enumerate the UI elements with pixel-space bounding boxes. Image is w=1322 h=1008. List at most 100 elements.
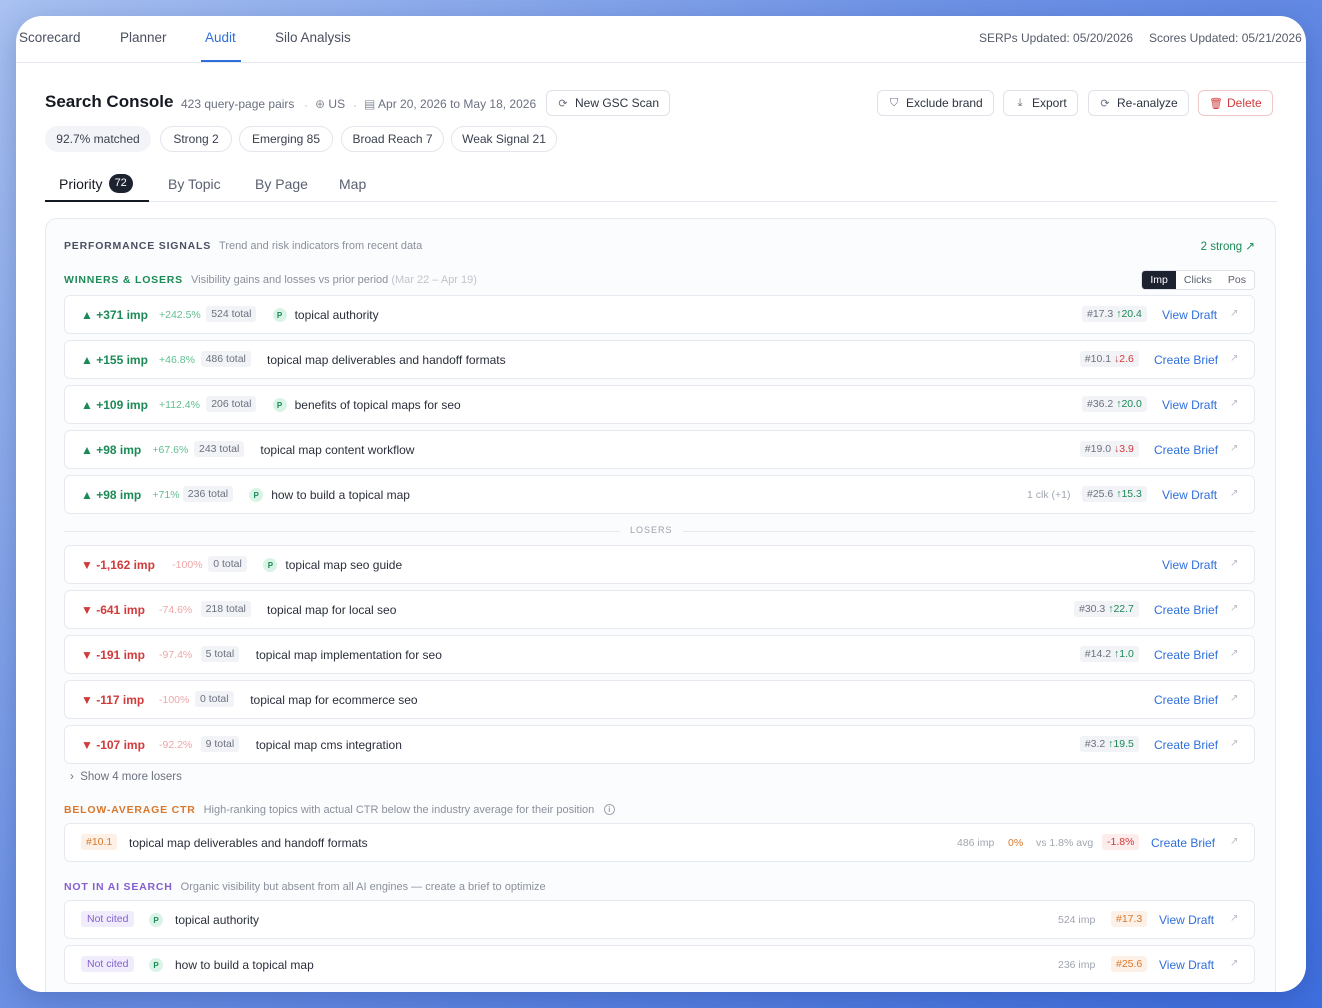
delta-value: ▲ +109 imp xyxy=(81,398,148,412)
row-action-button[interactable]: View Draft xyxy=(1159,958,1214,972)
ai-row[interactable]: Not cited Ptopical authority 524 imp #17.3 V… xyxy=(64,900,1255,939)
position-badge: #19.0 ↓3.9 xyxy=(1079,441,1139,457)
show-more-losers[interactable]: › Show 4 more losers xyxy=(70,771,182,783)
external-link-icon[interactable]: ↗ xyxy=(1230,603,1238,614)
delete-button[interactable]: 🗑 Delete xyxy=(1198,90,1273,116)
total-badge: 0 total xyxy=(195,691,234,707)
position-change: ↑1.0 xyxy=(1114,648,1134,660)
external-link-icon[interactable]: ↗ xyxy=(1230,558,1238,569)
keyword: how to build a topical map xyxy=(271,488,410,502)
keyword: benefits of topical maps for seo xyxy=(294,398,461,412)
pill-broad-reach[interactable]: Broad Reach 7 xyxy=(341,126,444,152)
row-action-button[interactable]: Create Brief xyxy=(1154,603,1218,617)
metric-pos[interactable]: Pos xyxy=(1220,271,1254,289)
delta-value: ▲ +98 imp xyxy=(81,443,142,457)
ctr-difference: -1.8% xyxy=(1102,834,1140,850)
ctr-row[interactable]: #10.1 topical map deliverables and hando… xyxy=(64,823,1255,862)
external-link-icon[interactable]: ↗ xyxy=(1230,693,1238,704)
losers-row[interactable]: ▼ -107 imp -92.2% 9 total topical map cms i… xyxy=(64,725,1255,764)
losers-row[interactable]: ▼ -641 imp -74.6% 218 total topical map for… xyxy=(64,590,1255,629)
total-badge: 486 total xyxy=(200,351,251,367)
position-value: #30.3 xyxy=(1079,603,1106,615)
total-badge: 9 total xyxy=(200,736,240,752)
position-value: #3.2 xyxy=(1084,738,1106,750)
row-action-button[interactable]: View Draft xyxy=(1162,488,1217,502)
delta-percent: +242.5% xyxy=(159,309,201,321)
external-link-icon[interactable]: ↗ xyxy=(1230,836,1238,847)
tab-audit[interactable]: Audit xyxy=(205,30,236,45)
external-link-icon[interactable]: ↗ xyxy=(1230,443,1238,454)
position-value: #25.6 xyxy=(1087,488,1114,500)
winners-row[interactable]: ▲ +109 imp +112.4% 206 total Pbenefits of t… xyxy=(64,385,1255,424)
row-action-button[interactable]: View Draft xyxy=(1162,308,1217,322)
external-link-icon[interactable]: ↗ xyxy=(1230,958,1238,969)
external-link-icon[interactable]: ↗ xyxy=(1230,353,1238,364)
pill-emerging[interactable]: Emerging 85 xyxy=(239,126,333,152)
metric-imp[interactable]: Imp xyxy=(1142,271,1176,289)
external-link-icon[interactable]: ↗ xyxy=(1230,648,1238,659)
page-badge-icon: P xyxy=(272,398,287,412)
tab-scorecard[interactable]: Scorecard xyxy=(19,30,81,45)
reanalyze-button[interactable]: ⟳ Re-analyze xyxy=(1088,90,1189,116)
position-change: ↑15.3 xyxy=(1116,488,1142,500)
exclude-brand-button[interactable]: ⛉ Exclude brand xyxy=(877,90,994,116)
position-badge: #3.2 ↑19.5 xyxy=(1079,736,1139,752)
row-action-button[interactable]: View Draft xyxy=(1159,913,1214,927)
trash-icon: 🗑 xyxy=(1209,97,1223,110)
ai-row[interactable]: Not cited Phow to build a topical map 236 … xyxy=(64,945,1255,984)
keyword: topical map for local seo xyxy=(267,603,397,617)
pill-strong[interactable]: Strong 2 xyxy=(160,126,232,152)
export-button[interactable]: ⤓ Export xyxy=(1003,90,1078,116)
row-action-button[interactable]: Create Brief xyxy=(1154,443,1218,457)
winners-row[interactable]: ▲ +98 imp +71% 236 total Phow to build a to… xyxy=(64,475,1255,514)
external-link-icon[interactable]: ↗ xyxy=(1230,308,1238,319)
winners-row[interactable]: ▲ +371 imp +242.5% 524 total Ptopical autho… xyxy=(64,295,1255,334)
external-link-icon[interactable]: ↗ xyxy=(1230,398,1238,409)
keyword: topical map for ecommerce seo xyxy=(250,693,418,707)
tab-planner[interactable]: Planner xyxy=(120,30,167,45)
metric-clicks[interactable]: Clicks xyxy=(1176,271,1220,289)
winners-losers-desc: Visibility gains and losses vs prior per… xyxy=(190,274,389,286)
position-badge: #25.6 ↑15.3 xyxy=(1082,486,1147,502)
tab-by-page[interactable]: By Page xyxy=(255,176,308,192)
performance-signals-desc: Trend and risk indicators from recent da… xyxy=(219,240,423,252)
losers-row[interactable]: ▼ -117 imp -100% 0 total topical map for ec… xyxy=(64,680,1255,719)
row-action-button[interactable]: Create Brief xyxy=(1154,648,1218,662)
ctr-action-button[interactable]: Create Brief xyxy=(1151,836,1215,850)
performance-signals-card: PERFORMANCE SIGNALS Trend and risk indica… xyxy=(45,218,1276,992)
ctr-position: #10.1 xyxy=(81,834,118,850)
keyword: topical map content workflow xyxy=(260,443,415,457)
total-badge: 206 total xyxy=(206,396,257,412)
row-action-button[interactable]: Create Brief xyxy=(1154,353,1218,367)
external-link-icon[interactable]: ↗ xyxy=(1230,738,1238,749)
tab-map[interactable]: Map xyxy=(339,176,366,192)
priority-count-badge: 72 xyxy=(108,174,133,193)
losers-row[interactable]: ▼ -191 imp -97.4% 5 total topical map imple… xyxy=(64,635,1255,674)
pill-matched: 92.7% matched xyxy=(45,126,151,152)
position-change: ↓2.6 xyxy=(1114,353,1134,365)
keyword: topical authority xyxy=(294,308,379,322)
external-link-icon[interactable]: ↗ xyxy=(1230,488,1238,499)
new-gsc-scan-button[interactable]: ⟳ New GSC Scan xyxy=(546,90,671,116)
external-link-icon[interactable]: ↗ xyxy=(1230,913,1238,924)
row-action-button[interactable]: Create Brief xyxy=(1154,738,1218,752)
row-action-button[interactable]: Create Brief xyxy=(1154,693,1218,707)
tab-priority[interactable]: Priority 72 xyxy=(59,174,133,193)
date-range-label: Apr 20, 2026 to May 18, 2026 xyxy=(378,97,537,111)
keyword: topical map cms integration xyxy=(255,738,402,752)
tab-silo-analysis[interactable]: Silo Analysis xyxy=(275,30,351,45)
performance-signals-heading: PERFORMANCE SIGNALS Trend and risk indica… xyxy=(64,240,422,252)
app-window: Scorecard Planner Audit Silo Analysis SE… xyxy=(16,16,1306,992)
delta-percent: +67.6% xyxy=(152,444,189,456)
info-icon[interactable]: i xyxy=(604,804,616,815)
row-action-button[interactable]: View Draft xyxy=(1162,398,1217,412)
strong-link[interactable]: 2 strong ↗ xyxy=(1201,239,1255,253)
row-action-button[interactable]: View Draft xyxy=(1162,558,1217,572)
losers-row[interactable]: ▼ -1,162 imp -100% 0 total Ptopical map seo… xyxy=(64,545,1255,584)
position-change: ↑20.4 xyxy=(1116,308,1142,320)
winners-row[interactable]: ▲ +98 imp +67.6% 243 total topical map cont… xyxy=(64,430,1255,469)
pill-weak-signal[interactable]: Weak Signal 21 xyxy=(451,126,557,152)
delta-percent: -92.2% xyxy=(159,739,193,751)
tab-by-topic[interactable]: By Topic xyxy=(168,176,221,192)
winners-row[interactable]: ▲ +155 imp +46.8% 486 total topical map del… xyxy=(64,340,1255,379)
